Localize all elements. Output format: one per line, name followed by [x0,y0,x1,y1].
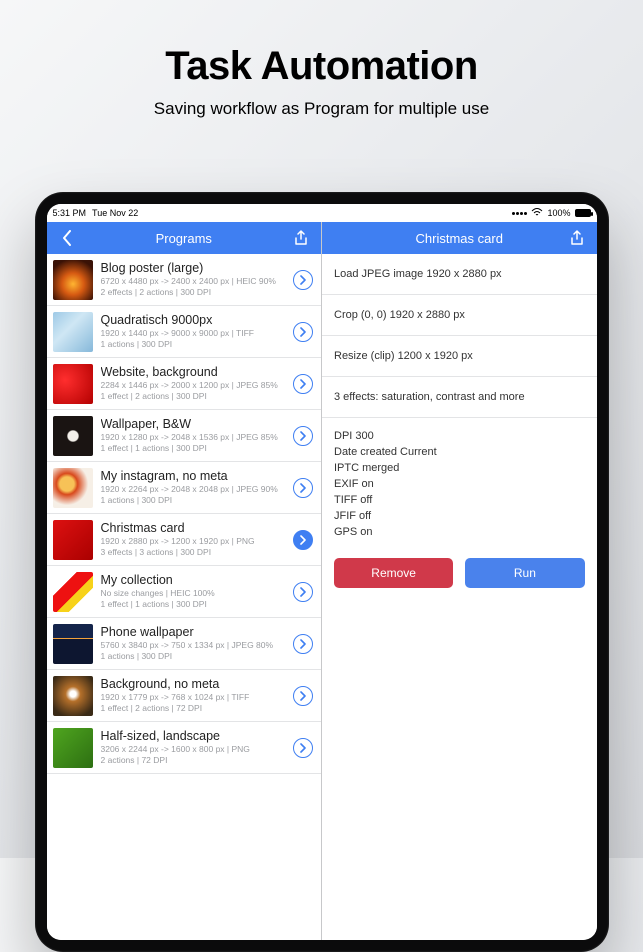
program-thumbnail [53,572,93,612]
program-meta2: 3 effects | 3 actions | 300 DPI [101,547,286,558]
run-button[interactable]: Run [465,558,584,588]
programs-pane: Programs Blog poster (large)6720 x 4480 … [47,222,323,940]
wifi-icon [531,208,543,219]
detail-pane: Christmas card Load JPEG image 1920 x 28… [322,222,597,940]
hero-subtitle: Saving workflow as Program for multiple … [0,99,643,119]
detail-metadata-line: GPS on [334,524,585,540]
program-title: Christmas card [101,521,286,536]
program-title: Wallpaper, B&W [101,417,286,432]
program-thumbnail [53,624,93,664]
disclosure-icon[interactable] [293,686,313,706]
program-thumbnail [53,364,93,404]
disclosure-icon[interactable] [293,270,313,290]
detail-body: Load JPEG image 1920 x 2880 pxCrop (0, 0… [322,254,597,940]
program-meta2: 1 effect | 1 actions | 300 DPI [101,443,286,454]
back-button[interactable] [57,230,77,246]
program-thumbnail [53,312,93,352]
program-title: My collection [101,573,286,588]
detail-metadata-line: TIFF off [334,492,585,508]
program-row[interactable]: Christmas card1920 x 2880 px -> 1200 x 1… [47,514,322,566]
detail-share-button[interactable] [567,230,587,246]
program-title: Phone wallpaper [101,625,286,640]
program-row[interactable]: My instagram, no meta1920 x 2264 px -> 2… [47,462,322,514]
program-title: My instagram, no meta [101,469,286,484]
share-button[interactable] [291,230,311,246]
program-title: Blog poster (large) [101,261,286,276]
detail-title: Christmas card [352,231,567,246]
battery-percent: 100% [547,208,570,218]
program-meta2: 1 effect | 2 actions | 72 DPI [101,703,286,714]
program-meta: 1920 x 2880 px -> 1200 x 1920 px | PNG [101,536,286,547]
screen: 5:31 PM Tue Nov 22 100% Programs [47,204,597,940]
program-thumbnail [53,520,93,560]
program-title: Website, background [101,365,286,380]
program-row[interactable]: Wallpaper, B&W1920 x 1280 px -> 2048 x 1… [47,410,322,462]
detail-metadata-block: DPI 300Date created CurrentIPTC mergedEX… [322,418,597,550]
battery-icon [575,209,591,217]
detail-metadata-line: IPTC merged [334,460,585,476]
program-title: Quadratisch 9000px [101,313,286,328]
program-row[interactable]: Quadratisch 9000px1920 x 1440 px -> 9000… [47,306,322,358]
program-title: Background, no meta [101,677,286,692]
program-meta2: 2 effects | 2 actions | 300 DPI [101,287,286,298]
disclosure-icon[interactable] [293,738,313,758]
programs-header: Programs [47,222,322,254]
disclosure-icon[interactable] [293,426,313,446]
detail-step[interactable]: Resize (clip) 1200 x 1920 px [322,336,597,377]
program-meta: 1920 x 1440 px -> 9000 x 9000 px | TIFF [101,328,286,339]
program-row[interactable]: Blog poster (large)6720 x 4480 px -> 240… [47,254,322,306]
program-thumbnail [53,468,93,508]
device-frame: 5:31 PM Tue Nov 22 100% Programs [35,192,609,952]
disclosure-icon[interactable] [293,634,313,654]
program-thumbnail [53,416,93,456]
program-meta2: 1 effect | 1 actions | 300 DPI [101,599,286,610]
programs-list[interactable]: Blog poster (large)6720 x 4480 px -> 240… [47,254,322,940]
program-meta: 3206 x 2244 px -> 1600 x 800 px | PNG [101,744,286,755]
program-meta2: 1 actions | 300 DPI [101,339,286,350]
program-meta2: 2 actions | 72 DPI [101,755,286,766]
program-meta2: 1 actions | 300 DPI [101,495,286,506]
detail-metadata-line: DPI 300 [334,428,585,444]
program-meta: 6720 x 4480 px -> 2400 x 2400 px | HEIC … [101,276,286,287]
program-meta: 1920 x 2264 px -> 2048 x 2048 px | JPEG … [101,484,286,495]
share-icon [570,230,584,246]
share-icon [294,230,308,246]
detail-metadata-line: Date created Current [334,444,585,460]
programs-title: Programs [77,231,292,246]
program-thumbnail [53,260,93,300]
program-row[interactable]: Background, no meta1920 x 1779 px -> 768… [47,670,322,722]
program-meta: 1920 x 1280 px -> 2048 x 1536 px | JPEG … [101,432,286,443]
detail-step[interactable]: Crop (0, 0) 1920 x 2880 px [322,295,597,336]
detail-header: Christmas card [322,222,597,254]
detail-step[interactable]: Load JPEG image 1920 x 2880 px [322,254,597,295]
signal-icon [512,212,527,215]
disclosure-icon[interactable] [293,374,313,394]
chevron-left-icon [62,230,72,246]
status-date: Tue Nov 22 [92,208,138,218]
program-row[interactable]: Phone wallpaper5760 x 3840 px -> 750 x 1… [47,618,322,670]
hero-title: Task Automation [0,44,643,89]
program-row[interactable]: My collectionNo size changes | HEIC 100%… [47,566,322,618]
program-meta: 2284 x 1446 px -> 2000 x 1200 px | JPEG … [101,380,286,391]
program-row[interactable]: Website, background2284 x 1446 px -> 200… [47,358,322,410]
program-thumbnail [53,728,93,768]
disclosure-icon[interactable] [293,582,313,602]
detail-metadata-line: JFIF off [334,508,585,524]
status-bar: 5:31 PM Tue Nov 22 100% [47,204,597,222]
program-meta: 5760 x 3840 px -> 750 x 1334 px | JPEG 8… [101,640,286,651]
remove-button[interactable]: Remove [334,558,453,588]
detail-step[interactable]: 3 effects: saturation, contrast and more [322,377,597,418]
detail-metadata-line: EXIF on [334,476,585,492]
disclosure-icon[interactable] [293,322,313,342]
program-thumbnail [53,676,93,716]
program-title: Half-sized, landscape [101,729,286,744]
status-time: 5:31 PM [53,208,87,218]
disclosure-icon[interactable] [293,530,313,550]
program-meta: 1920 x 1779 px -> 768 x 1024 px | TIFF [101,692,286,703]
program-meta2: 1 actions | 300 DPI [101,651,286,662]
program-row[interactable]: Half-sized, landscape3206 x 2244 px -> 1… [47,722,322,774]
program-meta2: 1 effect | 2 actions | 300 DPI [101,391,286,402]
disclosure-icon[interactable] [293,478,313,498]
program-meta: No size changes | HEIC 100% [101,588,286,599]
